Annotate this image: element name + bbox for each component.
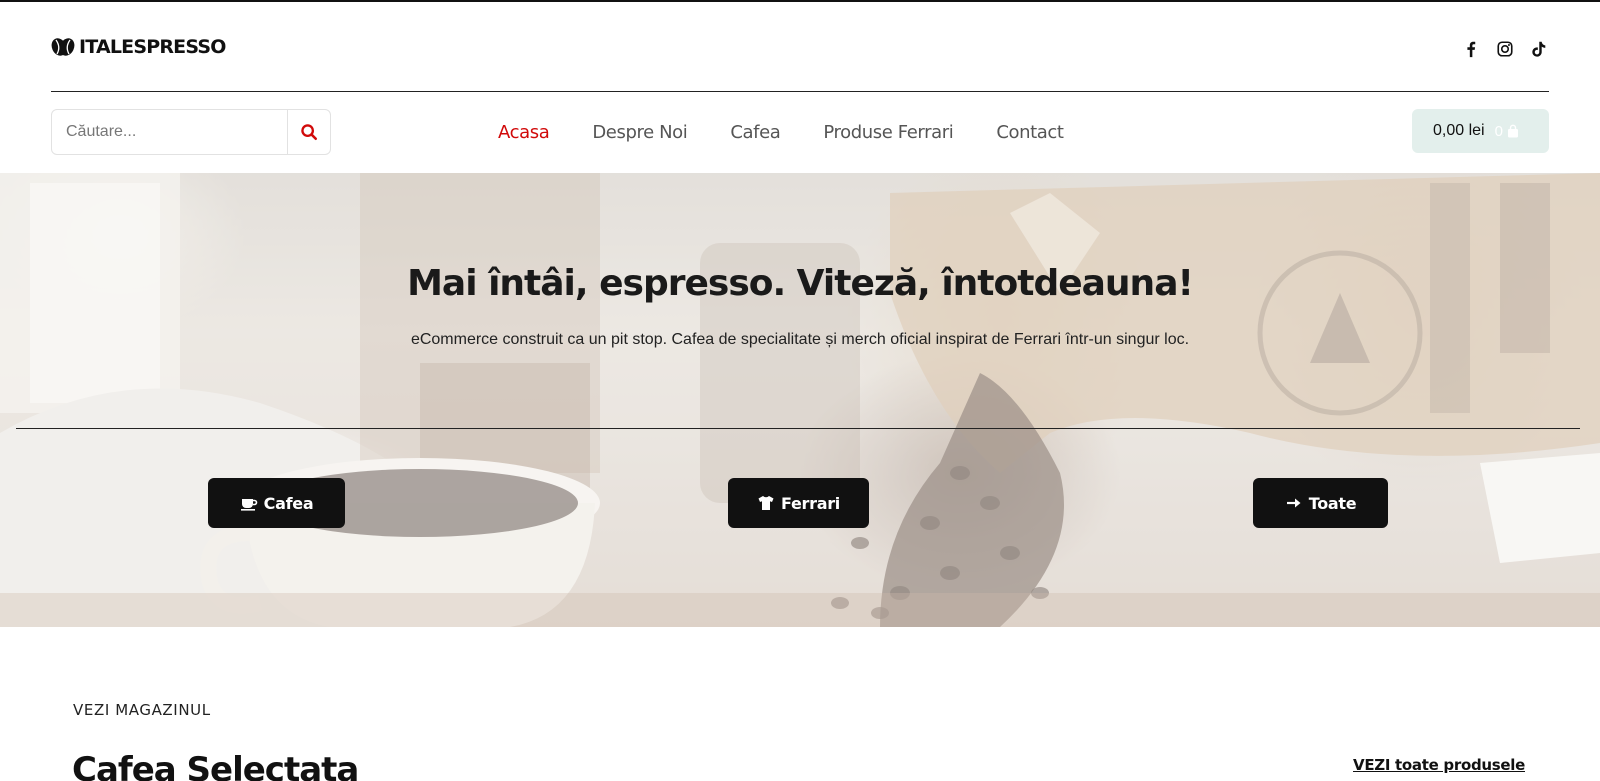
navigation-bar: Acasa Despre Noi Cafea Produse Ferrari C… [51, 109, 1549, 155]
ferrari-button[interactable]: Ferrari [728, 478, 869, 528]
toate-button[interactable]: Toate [1253, 478, 1388, 528]
instagram-icon[interactable] [1495, 39, 1515, 59]
site-header: ITALESPRESSO [51, 2, 1549, 92]
brand-name: ITALESPRESSO [79, 36, 226, 58]
nav-item-cafea[interactable]: Cafea [730, 122, 780, 143]
arrow-right-icon [1286, 498, 1301, 508]
hero-divider [16, 428, 1580, 429]
cart-count: 0 [1494, 122, 1503, 140]
ferrari-button-label: Ferrari [781, 493, 840, 513]
cafea-button-label: Cafea [263, 493, 314, 513]
hero-subtitle: eCommerce construit ca un pit stop. Cafe… [410, 331, 1190, 348]
social-links [1461, 39, 1549, 59]
tiktok-icon[interactable] [1529, 39, 1549, 59]
cart-total: 0,00 lei [1433, 122, 1485, 139]
hero-content: Mai întâi, espresso. Viteză, întotdeauna… [0, 173, 1600, 627]
hero-title: Mai întâi, espresso. Viteză, întotdeauna… [407, 263, 1194, 304]
toate-button-label: Toate [1308, 493, 1357, 513]
coffee-bean-logo-icon [51, 38, 75, 56]
cart-button[interactable]: 0,00 lei 0 [1412, 109, 1549, 153]
nav-item-despre-noi[interactable]: Despre Noi [592, 122, 687, 143]
hero-banner: Mai întâi, espresso. Viteză, întotdeauna… [0, 173, 1600, 627]
section-title: Cafea Selectata [72, 750, 359, 781]
facebook-icon[interactable] [1461, 39, 1481, 59]
search-button[interactable] [287, 110, 330, 154]
cafea-button[interactable]: Cafea [208, 478, 345, 528]
search-input[interactable] [52, 110, 287, 154]
nav-item-acasa[interactable]: Acasa [498, 122, 550, 143]
coffee-cup-icon [240, 499, 257, 511]
main-menu: Acasa Despre Noi Cafea Produse Ferrari C… [498, 109, 1107, 155]
search-icon [301, 124, 318, 141]
search-box [51, 109, 331, 155]
brand-logo[interactable]: ITALESPRESSO [51, 36, 226, 58]
section-eyebrow: VEZI MAGAZINUL [73, 701, 211, 719]
tshirt-icon [758, 496, 774, 510]
see-all-products-link[interactable]: VEZI toate produsele [1353, 756, 1525, 774]
nav-item-produse-ferrari[interactable]: Produse Ferrari [823, 122, 953, 143]
shopping-bag-icon [1507, 124, 1518, 138]
nav-item-contact[interactable]: Contact [996, 122, 1064, 143]
